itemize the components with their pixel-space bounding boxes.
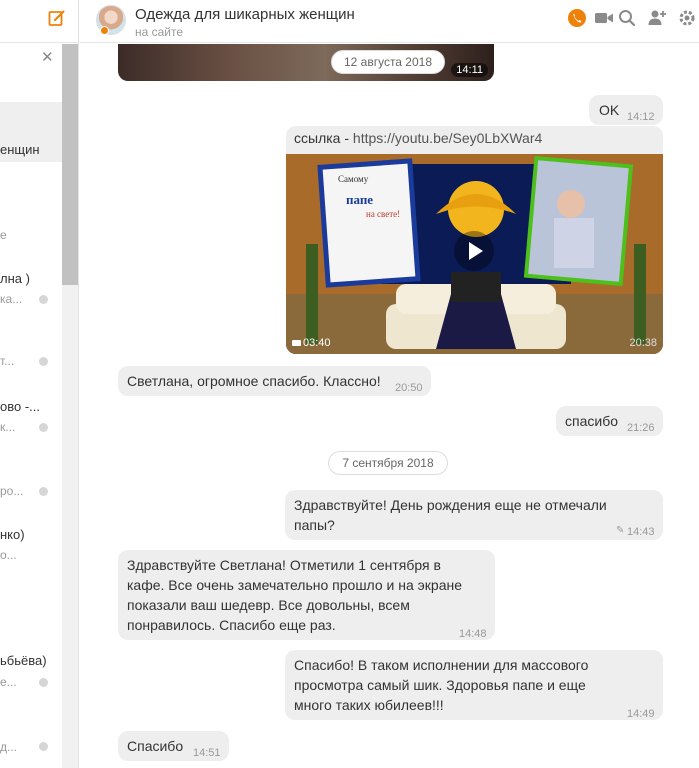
message-time: 14:51 — [193, 747, 221, 759]
link-text: ссылка - https://youtu.be/Sey0LbXWar4 — [294, 130, 542, 146]
message-time: 20:50 — [395, 382, 423, 394]
message-time: 14:43 — [627, 526, 655, 538]
sidebar-item[interactable]: е — [0, 222, 62, 252]
add-user-icon[interactable] — [647, 8, 667, 28]
sidebar-item[interactable]: ово -... к... — [0, 396, 62, 446]
message-outgoing[interactable]: спасибо 21:26 — [556, 406, 663, 436]
messenger-window: ✕ енщин е лна ) ка... т... ово -... к...… — [0, 0, 699, 768]
read-status-dot — [39, 357, 48, 366]
message-incoming[interactable]: Спасибо 14:51 — [118, 731, 229, 761]
sidebar-item-sub: к... — [0, 420, 16, 434]
video-call-icon[interactable] — [594, 8, 614, 28]
sidebar-item[interactable]: ьбьёва) е... — [0, 650, 62, 700]
online-badge — [100, 26, 109, 35]
video-caption-line1: Самому — [338, 174, 369, 184]
message-time: 14:48 — [459, 628, 487, 640]
sidebar-item-name: енщин — [0, 142, 40, 157]
message-list: 14:11 12 августа 2018 OK 14:12 ссылка - … — [80, 44, 699, 768]
sidebar-scrollbar[interactable] — [62, 44, 78, 768]
video-duration: 03:40 — [292, 337, 331, 349]
date-separator: 7 сентября 2018 — [328, 451, 448, 475]
chat-list-sidebar: ✕ енщин е лна ) ка... т... ово -... к...… — [0, 0, 79, 768]
message-incoming[interactable]: Светлана, огромное спасибо. Классно! 20:… — [118, 366, 431, 396]
message-text: Здравствуйте! День рождения еще не отмеч… — [294, 497, 607, 533]
sidebar-item[interactable]: нко) о... — [0, 524, 62, 574]
camera-icon — [292, 340, 301, 347]
sidebar-item-sub: ро... — [0, 484, 24, 498]
message-outgoing[interactable]: Спасибо! В таком исполнении для массовог… — [285, 650, 663, 720]
video-caption-line3: на свете! — [366, 209, 401, 219]
chat-header: Одежда для шикарных женщин на сайте — [80, 0, 699, 43]
sidebar-header — [0, 0, 78, 43]
read-status-dot — [39, 423, 48, 432]
message-time: 14:49 — [627, 708, 655, 720]
date-separator: 12 августа 2018 — [331, 50, 445, 74]
message-text: Спасибо — [127, 738, 184, 754]
sidebar-item-sub: ка... — [0, 292, 23, 306]
online-status: на сайте — [135, 25, 184, 39]
message-time: 14:12 — [627, 111, 655, 123]
message-time: 20:38 — [629, 337, 657, 349]
message-time: 21:26 — [627, 422, 655, 434]
video-link[interactable]: https://youtu.be/Sey0LbXWar4 — [353, 130, 542, 146]
duration-text: 03:40 — [303, 337, 331, 349]
search-icon[interactable] — [617, 8, 637, 28]
sidebar-item-active[interactable]: енщин — [0, 102, 62, 162]
message-text: Здравствуйте Светлана! Отметили 1 сентяб… — [127, 557, 463, 633]
message-text: Светлана, огромное спасибо. Классно! — [127, 373, 381, 389]
sidebar-item-sub: д... — [0, 740, 18, 754]
video-caption-line2: папе — [346, 192, 374, 207]
message-text: спасибо — [565, 413, 618, 429]
settings-gear-icon[interactable] — [677, 8, 697, 28]
message-outgoing[interactable]: OK 14:12 — [589, 95, 663, 125]
sidebar-item[interactable]: д... — [0, 712, 62, 762]
new-message-icon[interactable] — [48, 9, 66, 27]
sidebar-item[interactable]: лна ) ка... — [0, 268, 62, 318]
sidebar-item-name: лна ) — [0, 271, 30, 286]
sidebar-item-sub: е... — [0, 675, 17, 689]
read-status-dot — [39, 678, 48, 687]
sidebar-item-name: нко) — [0, 527, 25, 542]
sidebar-item-name: ово -... — [0, 399, 40, 414]
link-message[interactable]: ссылка - https://youtu.be/Sey0LbXWar4 Са… — [286, 126, 663, 354]
message-text: OK — [599, 102, 620, 118]
scrollbar-thumb[interactable] — [62, 44, 78, 285]
sidebar-item-sub: т... — [0, 354, 15, 368]
read-status-dot — [39, 487, 48, 496]
message-text: Спасибо! В таком исполнении для массовог… — [294, 657, 589, 713]
sidebar-item-sub: е — [0, 228, 7, 242]
video-preview[interactable]: Самому папе на свете! 03:40 20:38 — [286, 154, 663, 354]
sidebar-item-sub: о... — [0, 548, 17, 562]
sidebar-item[interactable]: ро... — [0, 460, 62, 510]
read-status-dot — [39, 742, 48, 751]
sidebar-item-name: ьбьёва) — [0, 653, 47, 668]
edited-pencil-icon: ✎ — [616, 525, 625, 536]
message-outgoing[interactable]: Здравствуйте! День рождения еще не отмеч… — [285, 490, 663, 540]
chat-title[interactable]: Одежда для шикарных женщин — [135, 6, 355, 23]
play-button[interactable] — [454, 231, 494, 271]
message-time: 14:11 — [451, 63, 488, 77]
close-icon[interactable]: ✕ — [41, 48, 54, 66]
read-status-dot — [39, 295, 48, 304]
message-incoming[interactable]: Здравствуйте Светлана! Отметили 1 сентяб… — [118, 550, 495, 640]
link-prefix: ссылка - — [294, 130, 353, 146]
phone-call-icon[interactable] — [567, 8, 587, 28]
sidebar-item[interactable]: т... — [0, 330, 62, 380]
